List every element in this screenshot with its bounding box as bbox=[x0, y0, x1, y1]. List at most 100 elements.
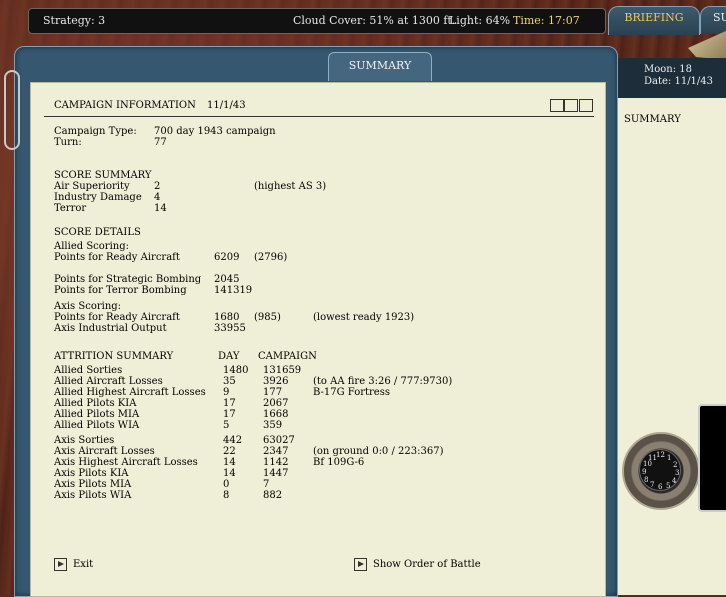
score-row-label: Air Superiority bbox=[54, 181, 130, 192]
industrial-output-value: 33955 bbox=[214, 323, 246, 334]
attrition-campaign: 2067 bbox=[263, 398, 289, 409]
moon-text: Moon: 18 bbox=[644, 64, 692, 75]
attrition-heading: ATTRITION SUMMARY bbox=[54, 351, 174, 362]
score-summary-heading: SCORE SUMMARY bbox=[54, 170, 152, 181]
attrition-campaign: 882 bbox=[263, 490, 283, 501]
allied-ready-label: Points for Ready Aircraft bbox=[54, 252, 180, 263]
play-icon bbox=[54, 558, 67, 571]
allied-ready-extra: (2796) bbox=[254, 252, 288, 263]
light-text: Light: 64% bbox=[449, 14, 511, 27]
attrition-col-campaign: CAMPAIGN bbox=[258, 351, 317, 362]
attrition-label: Allied Aircraft Losses bbox=[54, 376, 163, 387]
attrition-note: (on ground 0:0 / 223:367) bbox=[313, 446, 444, 457]
allied-scoring-heading: Allied Scoring: bbox=[54, 241, 129, 252]
score-row-value: 4 bbox=[154, 192, 161, 203]
attrition-campaign: 63027 bbox=[263, 435, 295, 446]
attrition-campaign: 177 bbox=[263, 387, 283, 398]
status-bar: Strategy: 3 Cloud Cover: 51% at 1300 ft.… bbox=[28, 8, 606, 34]
attrition-campaign: 1142 bbox=[263, 457, 289, 468]
cloud-cover-text: Cloud Cover: 51% at 1300 ft. bbox=[293, 14, 456, 27]
clock-numeral: 1 bbox=[667, 454, 672, 462]
attrition-label: Axis Sorties bbox=[54, 435, 115, 446]
side-display-panel bbox=[698, 404, 726, 512]
attrition-campaign: 1447 bbox=[263, 468, 289, 479]
attrition-day: 1480 bbox=[223, 365, 249, 376]
tab-summary[interactable]: SUMMARY bbox=[328, 52, 432, 81]
strategic-bombing-value: 2045 bbox=[214, 274, 240, 285]
turn-label: Turn: bbox=[54, 137, 82, 148]
score-row-note: (highest AS 3) bbox=[254, 181, 327, 192]
strategic-bombing-label: Points for Strategic Bombing bbox=[54, 274, 202, 285]
clock-numeral: 3 bbox=[675, 469, 680, 477]
terror-bombing-label: Points for Terror Bombing bbox=[54, 285, 187, 296]
attrition-label: Allied Pilots MIA bbox=[54, 409, 140, 420]
score-row-value: 2 bbox=[154, 181, 161, 192]
score-row-value: 14 bbox=[154, 203, 167, 214]
summary-paper bbox=[30, 82, 606, 597]
turn-value: 77 bbox=[154, 137, 167, 148]
clock-numeral: 7 bbox=[650, 481, 655, 489]
attrition-col-day: DAY bbox=[218, 351, 240, 362]
attrition-note: Bf 109G-6 bbox=[313, 457, 365, 468]
play-icon bbox=[354, 558, 367, 571]
axis-ready-note: (lowest ready 1923) bbox=[313, 312, 415, 323]
industrial-output-label: Axis Industrial Output bbox=[54, 323, 167, 334]
attrition-day: 14 bbox=[223, 457, 236, 468]
tab-briefing[interactable]: BRIEFING bbox=[608, 6, 700, 35]
clock-numeral: 6 bbox=[658, 483, 663, 491]
attrition-campaign: 3926 bbox=[263, 376, 289, 387]
attrition-label: Axis Pilots KIA bbox=[54, 468, 129, 479]
clock-numeral: 2 bbox=[673, 461, 678, 469]
tab-summary-partial[interactable]: SU bbox=[700, 6, 726, 34]
score-row-label: Terror bbox=[54, 203, 87, 214]
attrition-day: 9 bbox=[223, 387, 230, 398]
minimize-icon[interactable] bbox=[550, 99, 564, 112]
clock-numeral: 4 bbox=[672, 477, 677, 485]
exit-button-label: Exit bbox=[73, 559, 94, 570]
briefing-side-panel bbox=[618, 58, 726, 595]
axis-scoring-heading: Axis Scoring: bbox=[54, 301, 122, 312]
paper-clip-icon bbox=[4, 70, 20, 150]
show-order-of-battle-button[interactable]: Show Order of Battle bbox=[354, 558, 481, 571]
time-text: Time: 17:07 bbox=[513, 14, 580, 27]
campaign-type-label: Campaign Type: bbox=[54, 126, 137, 137]
attrition-label: Allied Highest Aircraft Losses bbox=[54, 387, 206, 398]
attrition-campaign: 359 bbox=[263, 420, 283, 431]
allied-ready-value: 6209 bbox=[214, 252, 240, 263]
clock-face: 12 1 2 3 4 5 6 7 8 9 10 11 bbox=[639, 449, 681, 491]
exit-button[interactable]: Exit bbox=[54, 558, 93, 571]
attrition-label: Axis Pilots WIA bbox=[54, 490, 132, 501]
side-summary-heading: SUMMARY bbox=[624, 114, 681, 125]
clock-icon: 12 1 2 3 4 5 6 7 8 9 10 11 bbox=[622, 432, 700, 510]
restore-icon[interactable] bbox=[564, 99, 578, 112]
axis-ready-value: 1680 bbox=[214, 312, 240, 323]
axis-ready-extra: (985) bbox=[254, 312, 281, 323]
clock-numeral: 9 bbox=[642, 468, 647, 476]
attrition-label: Allied Pilots WIA bbox=[54, 420, 140, 431]
attrition-label: Allied Sorties bbox=[54, 365, 123, 376]
order-button-label: Show Order of Battle bbox=[373, 559, 481, 570]
terror-bombing-value: 141319 bbox=[214, 285, 253, 296]
attrition-day: 17 bbox=[223, 409, 236, 420]
attrition-day: 442 bbox=[223, 435, 243, 446]
attrition-campaign: 2347 bbox=[263, 446, 289, 457]
attrition-day: 17 bbox=[223, 398, 236, 409]
attrition-day: 14 bbox=[223, 468, 236, 479]
clock-numeral: 12 bbox=[656, 451, 665, 459]
axis-ready-label: Points for Ready Aircraft bbox=[54, 312, 180, 323]
attrition-campaign: 7 bbox=[263, 479, 270, 490]
maximize-icon[interactable] bbox=[579, 99, 593, 112]
attrition-day: 5 bbox=[223, 420, 230, 431]
date-text: Date: 11/1/43 bbox=[644, 76, 714, 87]
score-details-heading: SCORE DETAILS bbox=[54, 227, 141, 238]
attrition-day: 22 bbox=[223, 446, 236, 457]
attrition-campaign: 131659 bbox=[263, 365, 302, 376]
attrition-label: Axis Aircraft Losses bbox=[54, 446, 155, 457]
clock-numeral: 11 bbox=[648, 454, 657, 462]
header-date: 11/1/43 bbox=[207, 100, 246, 111]
attrition-note: B-17G Fortress bbox=[313, 387, 390, 398]
clock-numeral: 5 bbox=[666, 482, 671, 490]
attrition-day: 35 bbox=[223, 376, 236, 387]
attrition-day: 8 bbox=[223, 490, 230, 501]
score-row-label: Industry Damage bbox=[54, 192, 142, 203]
